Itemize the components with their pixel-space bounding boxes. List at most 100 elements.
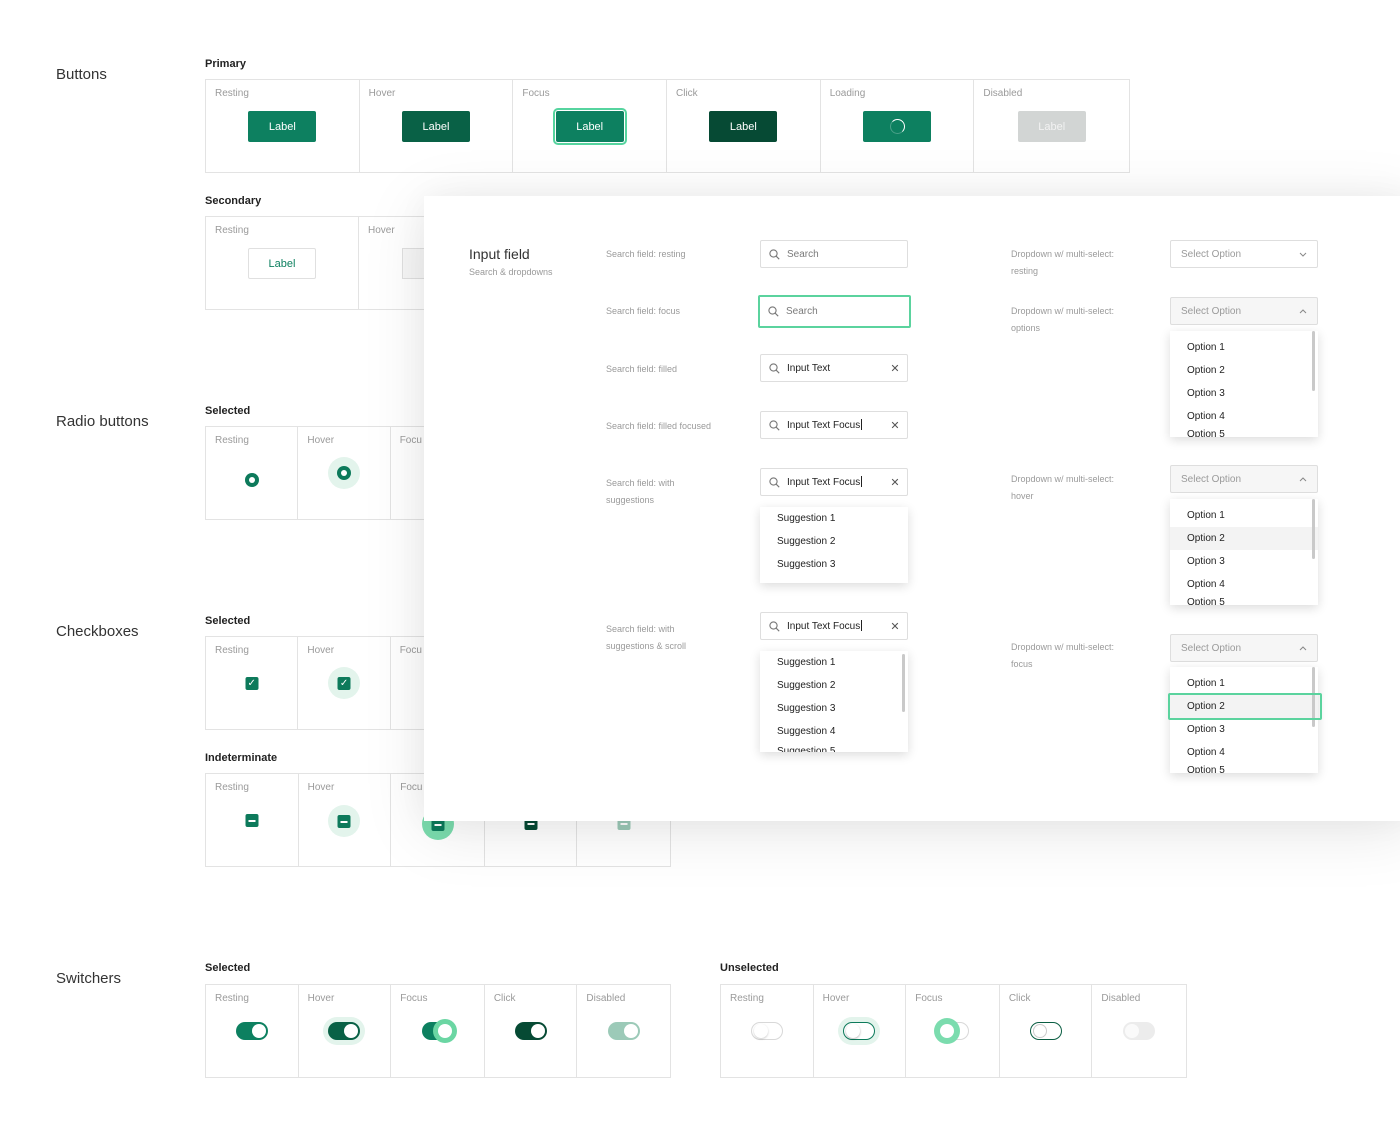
search-icon [761,419,787,431]
switch-unselected-grid: Resting Hover Focus Click Disabled [720,984,1187,1078]
primary-button-loading[interactable] [863,111,932,142]
switch-on-focus[interactable] [421,1022,454,1040]
checkbox-checked-hover[interactable]: ✓ [337,677,351,690]
primary-button-disabled: Label [1017,111,1086,142]
state-cell-hover: Hover ✓ [298,637,391,729]
state-label: Click [676,88,698,99]
dropdown-option[interactable]: Option 3 [1170,718,1318,741]
row-label-dropdown-options: Dropdown w/ multi-select: options [1011,303,1114,337]
close-icon[interactable]: ✕ [883,362,907,375]
radio-selected-resting[interactable] [244,473,259,487]
dropdown-focus-open[interactable]: Select Option [1170,634,1318,662]
search-value-text: Input Text Focus [787,477,861,488]
switch-knob [939,1024,954,1038]
scrollbar[interactable] [1312,499,1315,559]
checkbox-indeterminate-hover[interactable] [337,815,351,828]
state-label: Resting [215,782,249,793]
dropdown-option[interactable]: Option 5 [1170,591,1318,605]
search-field-resting[interactable]: Search [760,240,908,268]
search-icon [760,306,786,317]
suggestion-item[interactable]: Suggestion 1 [760,651,908,674]
switch-knob [1125,1024,1140,1038]
primary-button-hover[interactable]: Label [402,111,470,142]
switch-off-click[interactable] [1029,1022,1062,1040]
switch-knob [437,1024,452,1038]
radio-selected-hover[interactable] [337,466,352,480]
row-label-line: resting [1011,266,1039,276]
dropdown-option-hovered[interactable]: Option 2 [1170,527,1318,550]
dropdown-options-open[interactable]: Select Option [1170,297,1318,325]
switch-knob [753,1024,768,1038]
row-label-line: focus [1011,659,1033,669]
close-icon[interactable]: ✕ [883,476,907,489]
switch-off-focus[interactable] [936,1022,969,1040]
primary-button-click[interactable]: Label [709,111,778,142]
state-cell-resting: Resting ✓ [206,637,299,729]
search-placeholder: Search [787,248,819,260]
state-label: Disabled [1101,993,1141,1004]
state-cell-resting: Resting Label [206,80,360,172]
switch-on-click[interactable] [514,1022,547,1040]
switch-off-hover[interactable] [843,1022,876,1040]
switch-on-hover[interactable] [328,1022,361,1040]
row-label-line: suggestions & scroll [606,641,687,651]
switch-off-resting[interactable] [750,1022,783,1040]
suggestion-item[interactable]: Suggestion 1 [760,507,908,530]
state-label: Resting [215,993,249,1004]
suggestion-item[interactable]: Suggestion 3 [760,697,908,720]
search-field-suggestions-scroll[interactable]: Input Text Focus ✕ [760,612,908,640]
scrollbar[interactable] [1312,331,1315,391]
switch-knob [530,1024,545,1038]
dropdown-option[interactable]: Option 3 [1170,550,1318,573]
dropdown-option[interactable]: Option 3 [1170,382,1318,405]
dropdown-option[interactable]: Option 2 [1170,359,1318,382]
secondary-button-resting[interactable]: Label [248,248,316,279]
dropdown-placeholder: Select Option [1181,642,1242,654]
search-field-suggestions[interactable]: Input Text Focus ✕ [760,468,908,496]
row-label-dropdown-hover: Dropdown w/ multi-select: hover [1011,471,1114,505]
row-label-dropdown-resting: Dropdown w/ multi-select: resting [1011,246,1114,280]
switch-knob [1032,1024,1047,1038]
primary-button-resting[interactable]: Label [248,111,317,142]
dropdown-hover-open[interactable]: Select Option [1170,465,1318,493]
state-cell-resting: Resting [206,774,299,866]
dropdown-placeholder: Select Option [1181,473,1242,485]
suggestion-item[interactable]: Suggestion 2 [760,674,908,697]
suggestion-item[interactable]: Suggestion 2 [760,530,908,553]
close-icon[interactable]: ✕ [883,620,907,633]
search-value: Input Text Focus [787,620,883,632]
state-cell-resting: Resting [206,985,299,1077]
switch-knob [251,1024,266,1038]
state-cell-resting: Resting Label [206,217,359,309]
suggestion-item[interactable]: Suggestion 5 [760,740,908,752]
primary-button-focus[interactable]: Label [552,108,627,145]
checkbox-checked-resting[interactable]: ✓ [245,677,259,690]
scrollbar[interactable] [902,654,905,712]
dropdown-option[interactable]: Option 1 [1170,336,1318,359]
dropdown-resting[interactable]: Select Option [1170,240,1318,268]
state-label: Focu [399,435,422,446]
suggestion-item[interactable]: Suggestion 3 [760,553,908,576]
switch-on-resting[interactable] [235,1022,268,1040]
row-label-search-focus: Search field: focus [606,306,681,316]
dropdown-option[interactable]: Option 1 [1170,672,1318,695]
state-label: Focus [522,88,550,99]
search-icon [761,362,787,374]
section-title-radio-buttons: Radio buttons [56,413,149,430]
dropdown-option-list: Option 1 Option 2 Option 3 Option 4 Opti… [1170,331,1318,437]
state-cell-hover: Hover [814,985,907,1077]
search-field-filled-focused[interactable]: Input Text Focus ✕ [760,411,908,439]
dropdown-option[interactable]: Option 5 [1170,423,1318,437]
search-field-filled[interactable]: Input Text ✕ [760,354,908,382]
dropdown-option[interactable]: Option 1 [1170,504,1318,527]
dropdown-option[interactable]: Option 5 [1170,759,1318,773]
search-field-focus[interactable]: Search [758,295,911,328]
text-caret [861,419,863,430]
search-value-text: Input Text Focus [787,621,861,632]
search-value-text: Input Text Focus [787,420,861,431]
state-cell-hover: Hover [299,985,392,1077]
checkbox-indeterminate-resting[interactable] [245,814,259,827]
state-cell-focus: Focus [391,985,485,1077]
close-icon[interactable]: ✕ [883,419,907,432]
section-title-switchers: Switchers [56,970,122,987]
